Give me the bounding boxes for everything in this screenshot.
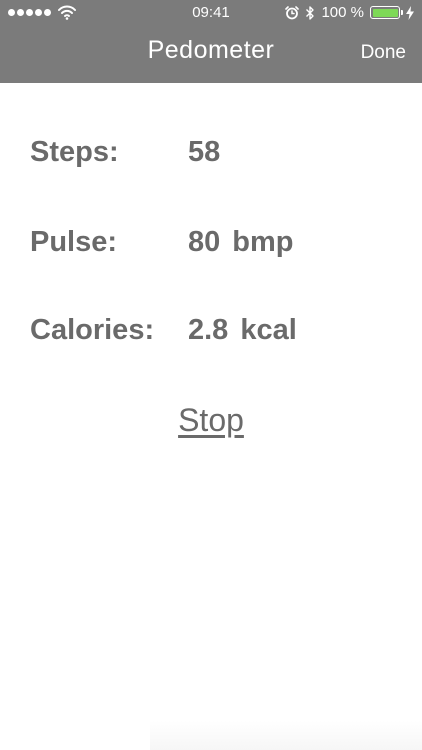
calories-row: Calories: 2.8 kcal xyxy=(30,314,410,354)
battery-icon xyxy=(370,6,403,19)
steps-row: Steps: 58 xyxy=(30,136,410,176)
pulse-label: Pulse: xyxy=(30,226,118,258)
alarm-icon xyxy=(285,5,300,19)
battery-percent: 100 % xyxy=(321,4,364,21)
steps-value: 58 xyxy=(188,136,221,168)
pulse-value-group: 80 bmp xyxy=(188,226,293,259)
calories-value: 2.8 xyxy=(188,314,229,346)
status-bar: 09:41 100 % xyxy=(0,0,422,26)
page-title: Pedometer xyxy=(147,36,275,64)
pulse-value: 80 xyxy=(188,226,221,258)
done-button[interactable]: Done xyxy=(361,42,406,64)
bluetooth-icon xyxy=(306,5,315,20)
stop-button[interactable]: Stop xyxy=(0,402,422,439)
status-right: 100 % xyxy=(285,4,414,21)
steps-label: Steps: xyxy=(30,136,119,168)
pulse-row: Pulse: 80 bmp xyxy=(30,226,410,266)
battery-fill xyxy=(372,8,398,17)
charging-bolt-icon xyxy=(406,5,414,20)
pulse-unit: bmp xyxy=(232,226,294,258)
calories-unit: kcal xyxy=(240,314,297,346)
header: 09:41 100 % Pedometer Done xyxy=(0,0,422,83)
calories-label: Calories: xyxy=(30,314,155,346)
bottom-shade xyxy=(150,720,422,750)
calories-value-group: 2.8 kcal xyxy=(188,314,297,347)
